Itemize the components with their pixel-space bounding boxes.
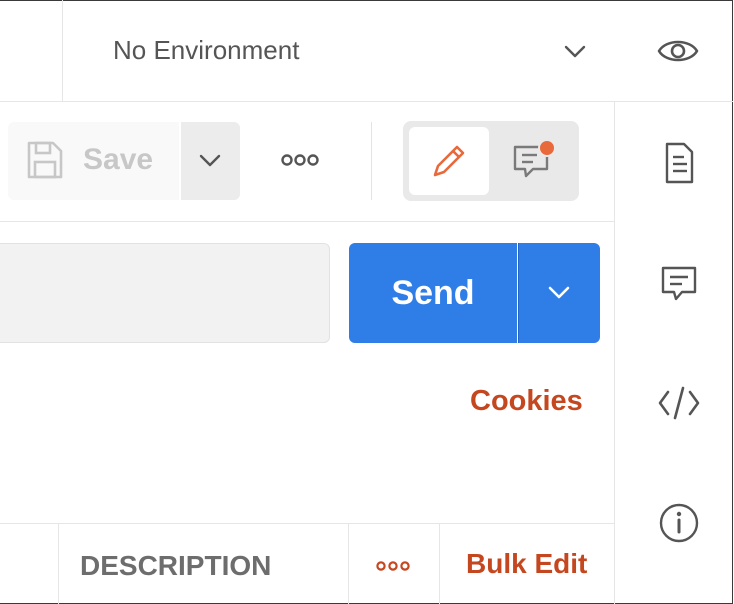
sidebar-divider	[614, 102, 615, 604]
toolbar-divider	[371, 122, 372, 200]
description-column-header: DESCRIPTION	[80, 550, 272, 581]
eye-icon[interactable]	[656, 34, 700, 68]
send-button[interactable]: Send	[349, 243, 517, 343]
chevron-down-icon	[548, 286, 570, 299]
table-header-border	[0, 523, 615, 524]
cookies-link[interactable]: Cookies	[470, 385, 583, 418]
column-divider	[348, 524, 349, 604]
comment-mode-button[interactable]	[497, 127, 573, 195]
code-icon[interactable]	[656, 380, 702, 426]
column-divider	[439, 524, 440, 604]
save-dropdown-button[interactable]	[181, 122, 240, 200]
save-label: Save	[83, 143, 154, 176]
edit-mode-button[interactable]	[409, 127, 489, 195]
save-icon	[27, 141, 63, 179]
divider	[0, 221, 615, 222]
environment-selector[interactable]: No Environment	[63, 0, 615, 101]
comment-icon[interactable]	[656, 260, 702, 306]
column-divider	[58, 524, 59, 604]
send-dropdown-button[interactable]	[518, 243, 600, 343]
pencil-icon	[433, 145, 465, 177]
more-options-icon[interactable]	[276, 145, 324, 175]
document-icon[interactable]	[656, 140, 702, 186]
url-input[interactable]	[0, 243, 330, 343]
chevron-down-icon	[564, 45, 586, 58]
comment-notification-icon	[513, 139, 556, 178]
bulk-edit-link[interactable]: Bulk Edit	[466, 548, 587, 580]
info-icon[interactable]	[656, 500, 702, 546]
more-options-icon[interactable]	[374, 556, 412, 576]
environment-label: No Environment	[113, 35, 300, 65]
chevron-down-icon	[199, 154, 221, 167]
